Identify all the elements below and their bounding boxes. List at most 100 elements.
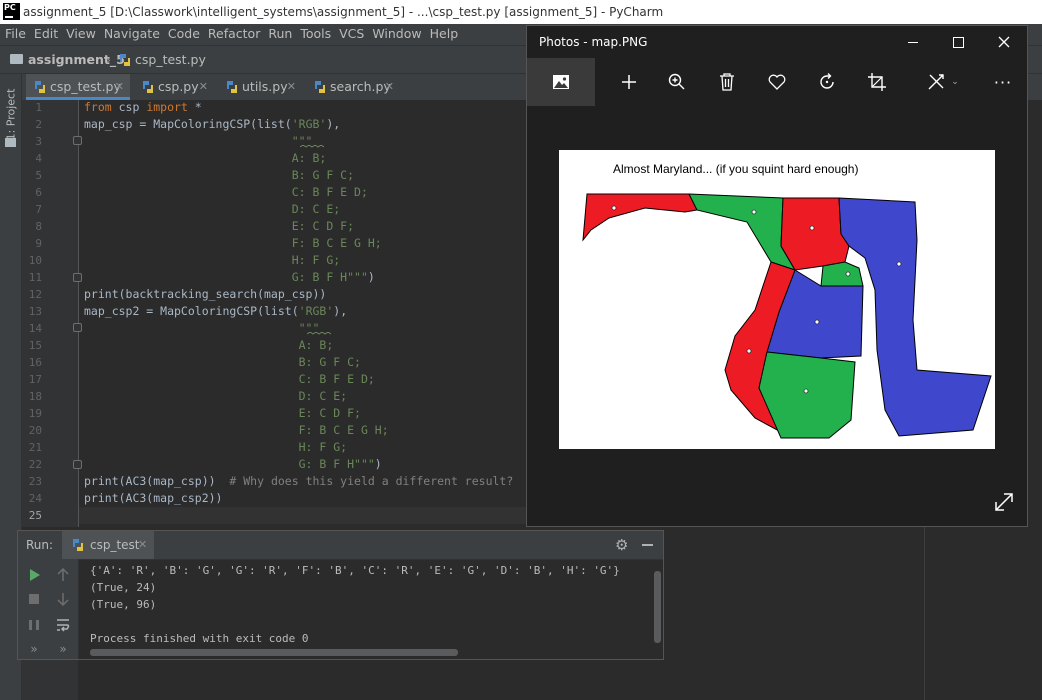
- code-line: E: C D F;: [84, 219, 355, 233]
- code-line: A: B;: [84, 338, 334, 352]
- edit-create-button[interactable]: ⌄: [915, 58, 971, 106]
- menu-file[interactable]: File: [0, 24, 30, 44]
- python-file-icon: [143, 81, 153, 93]
- gutter-bottom: [22, 660, 78, 700]
- horizontal-scrollbar[interactable]: [90, 649, 458, 656]
- line-number: 21: [28, 441, 42, 454]
- photos-toolbar: ⌄ ···: [527, 58, 1027, 106]
- code-line: F: B C E G H;: [84, 236, 382, 250]
- breadcrumb-file[interactable]: csp_test.py: [135, 46, 206, 73]
- close-icon[interactable]: ✕: [138, 538, 147, 551]
- tab-label: csp.py: [158, 79, 199, 94]
- line-number: 16: [28, 356, 42, 369]
- menu-code[interactable]: Code: [164, 24, 204, 44]
- tab-utils[interactable]: utils.py ✕: [218, 74, 302, 100]
- minimize-icon[interactable]: [642, 544, 653, 546]
- menu-navigate[interactable]: Navigate: [100, 24, 164, 44]
- image-icon: [553, 75, 569, 89]
- more-icon: ···: [993, 72, 1013, 92]
- close-icon[interactable]: ✕: [199, 74, 208, 100]
- line-number: 22: [28, 458, 42, 471]
- chevron-down-icon: ⌄: [951, 77, 959, 87]
- tab-search[interactable]: search.py ✕: [306, 74, 400, 100]
- console-output-line: (True, 96): [90, 598, 157, 611]
- line-number: 23: [28, 475, 42, 488]
- favorite-button[interactable]: [753, 58, 801, 106]
- add-button[interactable]: [605, 58, 653, 106]
- line-number: 4: [35, 152, 42, 165]
- code-line: print(AC3(map_csp)) # Why does this yiel…: [84, 474, 514, 488]
- close-icon[interactable]: ✕: [287, 74, 296, 100]
- code-line: """: [84, 321, 320, 335]
- fold-marker-icon[interactable]: [73, 323, 82, 332]
- stop-icon[interactable]: [26, 591, 42, 607]
- line-number: 2: [35, 118, 42, 131]
- pause-icon[interactable]: [26, 617, 42, 633]
- delete-button[interactable]: [703, 58, 751, 106]
- python-file-icon: [73, 539, 83, 551]
- line-number: 1: [35, 101, 42, 114]
- line-number: 24: [28, 492, 42, 505]
- line-number: 25: [28, 509, 42, 522]
- soft-wrap-icon[interactable]: [55, 617, 71, 633]
- menu-window[interactable]: Window: [368, 24, 425, 44]
- line-number: 3: [35, 135, 42, 148]
- code-line: B: G F C;: [84, 355, 361, 369]
- more-icon[interactable]: »: [26, 641, 42, 657]
- rotate-button[interactable]: [803, 58, 851, 106]
- project-tool-label: 1: Project: [4, 88, 18, 141]
- code-line: from csp import *: [84, 100, 202, 114]
- current-line-highlight: [79, 507, 529, 524]
- tab-label: utils.py: [242, 79, 288, 94]
- rerun-icon[interactable]: [26, 567, 42, 583]
- code-line: E: C D F;: [84, 406, 361, 420]
- fold-marker-icon[interactable]: [73, 136, 82, 145]
- crop-icon: [868, 73, 886, 91]
- code-line: B: G F C;: [84, 168, 355, 182]
- minimize-icon[interactable]: [908, 42, 918, 43]
- title-bar: PC assignment_5 [D:\Classwork\intelligen…: [0, 0, 1042, 24]
- console-output-line: {'A': 'R', 'B': 'G', 'G': 'R', 'F': 'B',…: [90, 564, 620, 577]
- gear-icon[interactable]: ⚙: [615, 536, 628, 554]
- code-line: D: C E;: [84, 202, 341, 216]
- more-options-button[interactable]: ···: [979, 58, 1027, 106]
- full-screen-icon[interactable]: [994, 492, 1014, 512]
- tab-csp[interactable]: csp.py ✕: [134, 74, 214, 100]
- menu-view[interactable]: View: [62, 24, 100, 44]
- line-number: 14: [28, 322, 42, 335]
- close-icon[interactable]: ✕: [385, 74, 394, 100]
- edit-tools-icon: [928, 74, 944, 90]
- tab-run-config[interactable]: csp_test ✕: [62, 531, 154, 559]
- fold-marker-icon[interactable]: [73, 460, 82, 469]
- chevron-right-icon: ›: [106, 52, 111, 67]
- line-number: 10: [28, 254, 42, 267]
- close-icon[interactable]: ✕: [115, 74, 124, 100]
- fold-marker-icon[interactable]: [73, 273, 82, 282]
- menu-edit[interactable]: Edit: [30, 24, 62, 44]
- project-tool-tab[interactable]: 1: Project: [3, 82, 19, 148]
- console-output-line: Process finished with exit code 0: [90, 632, 309, 645]
- pycharm-logo-icon: PC: [3, 3, 20, 20]
- menu-help[interactable]: Help: [426, 24, 463, 44]
- more-icon[interactable]: »: [55, 641, 71, 657]
- plus-icon: [622, 75, 636, 89]
- heart-icon: [768, 74, 786, 90]
- close-icon[interactable]: [998, 36, 1010, 48]
- view-photo-button[interactable]: [527, 58, 595, 106]
- zoom-button[interactable]: [653, 58, 701, 106]
- tab-csp-test[interactable]: csp_test.py ✕: [26, 74, 130, 100]
- menu-run[interactable]: Run: [264, 24, 296, 44]
- line-number: 5: [35, 169, 42, 182]
- menu-tools[interactable]: Tools: [296, 24, 335, 44]
- crop-button[interactable]: [853, 58, 901, 106]
- line-number: 15: [28, 339, 42, 352]
- arrow-down-icon[interactable]: [55, 591, 71, 607]
- vertical-scrollbar[interactable]: [654, 571, 661, 643]
- menu-refactor[interactable]: Refactor: [204, 24, 264, 44]
- arrow-up-icon[interactable]: [55, 567, 71, 583]
- run-label: Run:: [26, 538, 54, 552]
- menu-vcs[interactable]: VCS: [335, 24, 368, 44]
- console-output-line: (True, 24): [90, 581, 157, 594]
- folder-icon: [10, 54, 23, 64]
- maximize-icon[interactable]: [953, 37, 964, 48]
